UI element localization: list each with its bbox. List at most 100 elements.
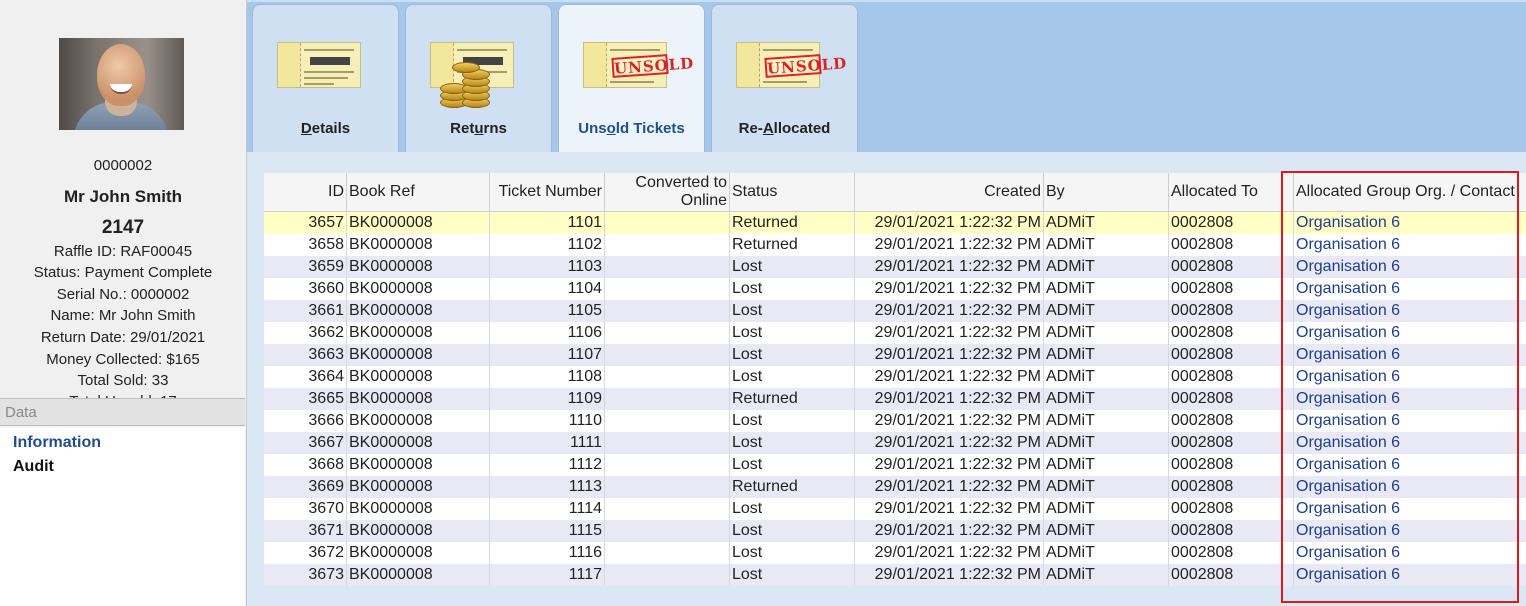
cell-book-ref: BK0000008 bbox=[346, 366, 490, 388]
raffle-ticket-icon bbox=[277, 42, 361, 88]
col-header-ticket-number[interactable]: Ticket Number bbox=[489, 173, 605, 212]
cell-allocated-group: Organisation 6 bbox=[1293, 454, 1526, 476]
cell-allocated-group: Organisation 6 bbox=[1293, 211, 1526, 234]
col-header-status[interactable]: Status bbox=[729, 173, 855, 212]
cell-created: 29/01/2021 1:22:32 PM bbox=[854, 432, 1044, 454]
cell-by: ADMiT bbox=[1043, 454, 1169, 476]
cell-book-ref: BK0000008 bbox=[346, 476, 490, 498]
cell-allocated-to: 0002808 bbox=[1168, 564, 1294, 586]
col-header-id[interactable]: ID bbox=[264, 173, 347, 212]
cell-by: ADMiT bbox=[1043, 300, 1169, 322]
cell-id: 3668 bbox=[264, 454, 347, 476]
cell-ticket-number: 1113 bbox=[489, 476, 605, 498]
col-header-by[interactable]: By bbox=[1043, 173, 1169, 212]
cell-status: Lost bbox=[729, 410, 855, 432]
table-row[interactable]: 3659 BK0000008 1103 Lost 29/01/2021 1:22:32 … bbox=[264, 256, 1526, 278]
cell-status: Returned bbox=[729, 234, 855, 256]
table-row[interactable]: 3662 BK0000008 1106 Lost 29/01/2021 1:22:32 … bbox=[264, 322, 1526, 344]
table-row[interactable]: 3664 BK0000008 1108 Lost 29/01/2021 1:22:32 … bbox=[264, 366, 1526, 388]
cell-allocated-group: Organisation 6 bbox=[1293, 278, 1526, 300]
cell-ticket-number: 1109 bbox=[489, 388, 605, 410]
cell-created: 29/01/2021 1:22:32 PM bbox=[854, 454, 1044, 476]
table-row[interactable]: 3658 BK0000008 1102 Returned 29/01/2021 1:22… bbox=[264, 234, 1526, 256]
cell-by: ADMiT bbox=[1043, 542, 1169, 564]
cell-converted bbox=[604, 476, 730, 498]
cell-status: Lost bbox=[729, 454, 855, 476]
cell-converted bbox=[604, 300, 730, 322]
nav-audit[interactable]: Audit bbox=[13, 458, 54, 476]
cell-allocated-to: 0002808 bbox=[1168, 432, 1294, 454]
tab-bar: Details Returns UNSOLD Unsold Tickets UN… bbox=[247, 0, 1526, 158]
cell-status: Lost bbox=[729, 542, 855, 564]
cell-allocated-group: Organisation 6 bbox=[1293, 344, 1526, 366]
cell-by: ADMiT bbox=[1043, 322, 1169, 344]
cell-id: 3658 bbox=[264, 234, 347, 256]
cell-converted bbox=[604, 322, 730, 344]
cell-id: 3669 bbox=[264, 476, 347, 498]
cell-book-ref: BK0000008 bbox=[346, 520, 490, 542]
tab-details[interactable]: Details bbox=[252, 4, 399, 154]
cell-allocated-group: Organisation 6 bbox=[1293, 498, 1526, 520]
col-header-created[interactable]: Created bbox=[854, 173, 1044, 212]
col-header-converted-to-online[interactable]: Converted to Online bbox=[604, 173, 730, 212]
table-row[interactable]: 3663 BK0000008 1107 Lost 29/01/2021 1:22:32 … bbox=[264, 344, 1526, 366]
cell-id: 3667 bbox=[264, 432, 347, 454]
profile-number: 2147 bbox=[101, 217, 145, 238]
cell-by: ADMiT bbox=[1043, 211, 1169, 234]
cell-by: ADMiT bbox=[1043, 520, 1169, 542]
cell-status: Returned bbox=[729, 476, 855, 498]
table-row[interactable]: 3657 BK0000008 1101 Returned 29/01/2021 1:22… bbox=[264, 211, 1526, 234]
col-header-book-ref[interactable]: Book Ref bbox=[346, 173, 490, 212]
cell-id: 3664 bbox=[264, 366, 347, 388]
table-row[interactable]: 3669 BK0000008 1113 Returned 29/01/2021 1:22… bbox=[264, 476, 1526, 498]
cell-converted bbox=[604, 410, 730, 432]
table-row[interactable]: 3670 BK0000008 1114 Lost 29/01/2021 1:22:32 … bbox=[264, 498, 1526, 520]
cell-ticket-number: 1107 bbox=[489, 344, 605, 366]
cell-id: 3659 bbox=[264, 256, 347, 278]
cell-allocated-to: 0002808 bbox=[1168, 542, 1294, 564]
tab-unsold-tickets[interactable]: UNSOLD Unsold Tickets bbox=[558, 4, 705, 158]
cell-book-ref: BK0000008 bbox=[346, 432, 490, 454]
cell-created: 29/01/2021 1:22:32 PM bbox=[854, 410, 1044, 432]
table-row[interactable]: 3660 BK0000008 1104 Lost 29/01/2021 1:22:32 … bbox=[264, 278, 1526, 300]
table-header-row: ID Book Ref Ticket Number Converted to O… bbox=[264, 173, 1526, 212]
cell-converted bbox=[604, 498, 730, 520]
cell-book-ref: BK0000008 bbox=[346, 211, 490, 234]
total-sold-line: Total Sold: 33 bbox=[77, 372, 169, 389]
table-row[interactable]: 3667 BK0000008 1111 Lost 29/01/2021 1:22:32 … bbox=[264, 432, 1526, 454]
left-panel: 0000002 Mr John Smith 2147 Raffle ID: RA… bbox=[0, 0, 247, 606]
col-header-allocated-to[interactable]: Allocated To bbox=[1168, 173, 1294, 212]
table-row[interactable]: 3668 BK0000008 1112 Lost 29/01/2021 1:22:32 … bbox=[264, 454, 1526, 476]
cell-allocated-to: 0002808 bbox=[1168, 388, 1294, 410]
cell-by: ADMiT bbox=[1043, 366, 1169, 388]
table-row[interactable]: 3672 BK0000008 1116 Lost 29/01/2021 1:22:32 … bbox=[264, 542, 1526, 564]
tab-returns-label: Returns bbox=[450, 120, 507, 137]
cell-status: Lost bbox=[729, 322, 855, 344]
cell-id: 3662 bbox=[264, 322, 347, 344]
unsold-ticket-icon: UNSOLD bbox=[736, 42, 848, 88]
cell-by: ADMiT bbox=[1043, 388, 1169, 410]
table-row[interactable]: 3661 BK0000008 1105 Lost 29/01/2021 1:22:32 … bbox=[264, 300, 1526, 322]
nav-information[interactable]: Information bbox=[13, 434, 101, 452]
cell-by: ADMiT bbox=[1043, 256, 1169, 278]
tab-returns[interactable]: Returns bbox=[405, 4, 552, 154]
tickets-table: ID Book Ref Ticket Number Converted to O… bbox=[264, 173, 1526, 586]
table-row[interactable]: 3666 BK0000008 1110 Lost 29/01/2021 1:22:32 … bbox=[264, 410, 1526, 432]
cell-ticket-number: 1117 bbox=[489, 564, 605, 586]
tab-re-allocated[interactable]: UNSOLD Re-Allocated bbox=[711, 4, 858, 154]
cell-created: 29/01/2021 1:22:32 PM bbox=[854, 322, 1044, 344]
cell-by: ADMiT bbox=[1043, 278, 1169, 300]
table-row[interactable]: 3673 BK0000008 1117 Lost 29/01/2021 1:22:32 … bbox=[264, 564, 1526, 586]
col-header-allocated-group[interactable]: Allocated Group Org. / Contact bbox=[1293, 173, 1526, 212]
cell-book-ref: BK0000008 bbox=[346, 344, 490, 366]
cell-ticket-number: 1110 bbox=[489, 410, 605, 432]
raffle-id: Raffle ID: RAF00045 bbox=[53, 243, 193, 260]
cell-status: Lost bbox=[729, 300, 855, 322]
table-row[interactable]: 3671 BK0000008 1115 Lost 29/01/2021 1:22:32 … bbox=[264, 520, 1526, 542]
cell-created: 29/01/2021 1:22:32 PM bbox=[854, 344, 1044, 366]
cell-allocated-to: 0002808 bbox=[1168, 366, 1294, 388]
cell-allocated-to: 0002808 bbox=[1168, 300, 1294, 322]
cell-by: ADMiT bbox=[1043, 344, 1169, 366]
cell-created: 29/01/2021 1:22:32 PM bbox=[854, 234, 1044, 256]
table-row[interactable]: 3665 BK0000008 1109 Returned 29/01/2021 1:22… bbox=[264, 388, 1526, 410]
